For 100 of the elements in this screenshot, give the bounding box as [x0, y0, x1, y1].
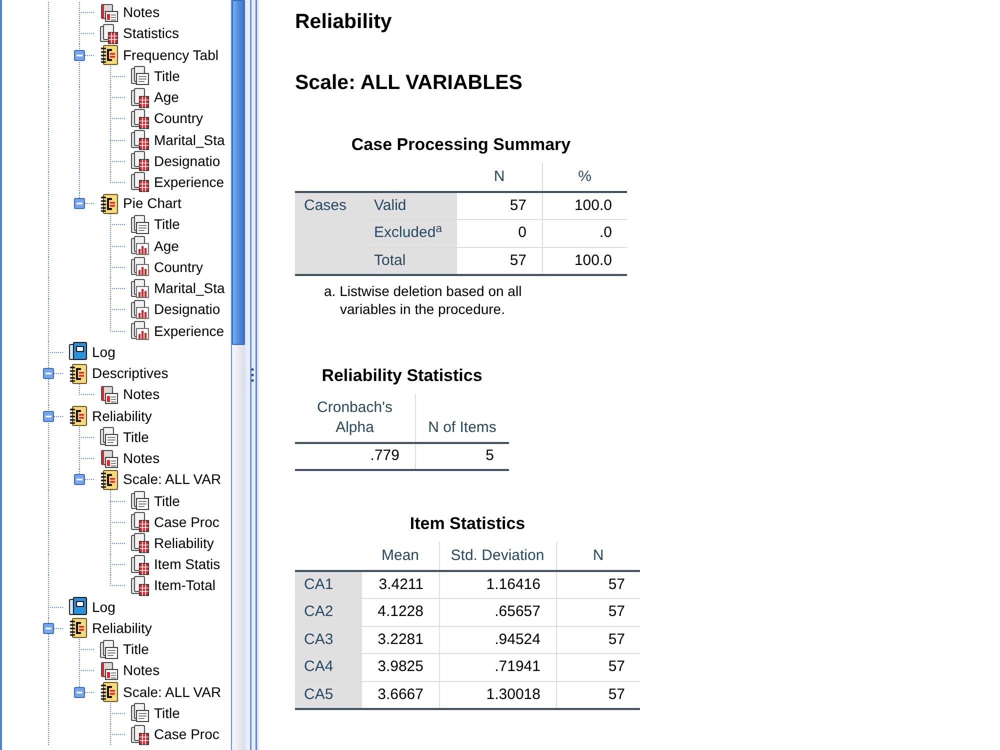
- column-header: Std. Deviation: [439, 542, 556, 571]
- table-cell: 3.9825: [362, 654, 439, 681]
- table-cell: 57: [457, 247, 542, 274]
- outline-item[interactable]: Reliability: [154, 532, 214, 554]
- outline-item[interactable]: Case Proc: [154, 512, 220, 533]
- scrollbar-thumb[interactable]: [232, 0, 245, 345]
- book-icon: [98, 194, 120, 214]
- collapse-icon[interactable]: [43, 368, 54, 380]
- outline-item[interactable]: Reliability: [92, 618, 152, 639]
- row-header: CA5: [295, 681, 362, 708]
- column-header: Mean: [362, 542, 439, 571]
- outline-item[interactable]: Designatio: [154, 299, 220, 320]
- note-card-icon: [98, 384, 120, 405]
- table-title: Item Statistics: [408, 514, 526, 534]
- table-icon: [129, 533, 151, 554]
- outline-item[interactable]: Item-Total: [154, 575, 216, 596]
- table-cell: 57: [556, 681, 640, 708]
- table-cell: 1.30018: [439, 681, 556, 708]
- book-icon: [67, 364, 89, 384]
- table-icon: [129, 88, 151, 108]
- column-header: %: [542, 163, 627, 192]
- outline-item[interactable]: Scale: ALL VAR: [123, 469, 222, 490]
- outline-item[interactable]: Title: [154, 66, 180, 87]
- table-icon: [129, 130, 151, 150]
- table-cell: 3.4211: [362, 571, 439, 598]
- table-cell: 3.2281: [362, 626, 439, 654]
- outline-item[interactable]: Case Proc: [154, 724, 220, 746]
- outline-item[interactable]: Item Statis: [154, 554, 220, 576]
- outline-item[interactable]: Age: [154, 236, 179, 257]
- table-cell: 57: [556, 571, 640, 598]
- table-cell: .71941: [439, 654, 556, 681]
- page-icon: [129, 491, 151, 511]
- outline-item[interactable]: Title: [123, 426, 149, 448]
- outline-item[interactable]: Log: [92, 342, 116, 363]
- outline-item[interactable]: Scale: ALL VAR: [123, 682, 222, 703]
- row-header: CA4: [295, 654, 362, 681]
- outline-item[interactable]: Title: [154, 702, 180, 724]
- bar-chart-icon: [129, 236, 151, 256]
- page-icon: [129, 66, 151, 86]
- table-cell: .65657: [439, 598, 556, 626]
- row-header: CA1: [295, 571, 362, 598]
- row-group-header: Cases: [295, 192, 365, 274]
- collapse-icon[interactable]: [74, 686, 85, 698]
- row-header: CA2: [295, 598, 362, 626]
- output-subtitle: Scale: ALL VARIABLES: [295, 71, 522, 95]
- splitter-handle[interactable]: [245, 0, 259, 750]
- table-cell: 100.0: [542, 192, 627, 220]
- outline-item[interactable]: Title: [154, 490, 180, 512]
- outline-item[interactable]: Notes: [123, 2, 160, 24]
- table-cell: 3.6667: [362, 681, 439, 708]
- table-icon: [129, 151, 151, 172]
- outline-item[interactable]: Descriptives: [92, 363, 168, 384]
- note-card-icon: [98, 448, 120, 469]
- outline-item[interactable]: Log: [92, 596, 116, 618]
- outline-item[interactable]: Marital_Sta: [154, 130, 225, 151]
- outline-item[interactable]: Statistics: [123, 23, 180, 44]
- outline-item[interactable]: Country: [154, 108, 204, 130]
- outline-item[interactable]: Reliability: [92, 406, 152, 427]
- outline-item[interactable]: Notes: [123, 660, 160, 682]
- outline-item[interactable]: Age: [154, 87, 179, 108]
- collapse-icon[interactable]: [74, 198, 85, 210]
- outline-item[interactable]: Pie Chart: [123, 193, 182, 214]
- outline-item[interactable]: Marital_Sta: [154, 278, 225, 300]
- outline-item[interactable]: Title: [123, 639, 149, 660]
- scrollbar-track[interactable]: [231, 0, 245, 750]
- collapse-icon[interactable]: [74, 50, 85, 61]
- note-card-icon: [98, 660, 120, 681]
- bar-chart-icon: [129, 257, 151, 278]
- outline-item[interactable]: Frequency Tabl: [123, 44, 218, 66]
- page-icon: [98, 427, 120, 448]
- outline-item[interactable]: Country: [154, 256, 204, 278]
- table-icon: [98, 24, 120, 44]
- row-header: Total: [365, 247, 457, 274]
- row-header: Excluded$^{a}$: [365, 220, 457, 247]
- table-cell: .0: [542, 220, 627, 247]
- column-header: Cronbach's Alpha: [316, 398, 394, 438]
- book-icon: [98, 470, 120, 490]
- collapse-icon[interactable]: [43, 622, 54, 634]
- notebook-icon: [67, 597, 89, 618]
- table-cell: 4.1228: [362, 598, 439, 626]
- outline-item[interactable]: Title: [154, 214, 180, 236]
- table-icon: [129, 576, 151, 596]
- outline-item[interactable]: Notes: [123, 384, 160, 406]
- table-cell: 57: [556, 598, 640, 626]
- bar-chart-icon: [129, 321, 151, 342]
- outline-item[interactable]: Experience: [154, 172, 224, 193]
- book-icon: [98, 682, 120, 702]
- row-header: CA3: [295, 626, 362, 654]
- bar-chart-icon: [129, 300, 151, 320]
- notebook-icon: [67, 342, 89, 362]
- collapse-icon[interactable]: [43, 410, 54, 422]
- outline-item[interactable]: Designatio: [154, 150, 220, 172]
- table-title: Case Processing Summary: [350, 135, 572, 155]
- table-cell: 1.16416: [439, 571, 556, 598]
- collapse-icon[interactable]: [74, 474, 85, 486]
- table-cell: 57: [556, 654, 640, 681]
- outline-item[interactable]: Experience: [154, 320, 224, 342]
- page-icon: [98, 640, 120, 660]
- outline-item[interactable]: Notes: [123, 448, 160, 470]
- table-icon: [129, 724, 151, 745]
